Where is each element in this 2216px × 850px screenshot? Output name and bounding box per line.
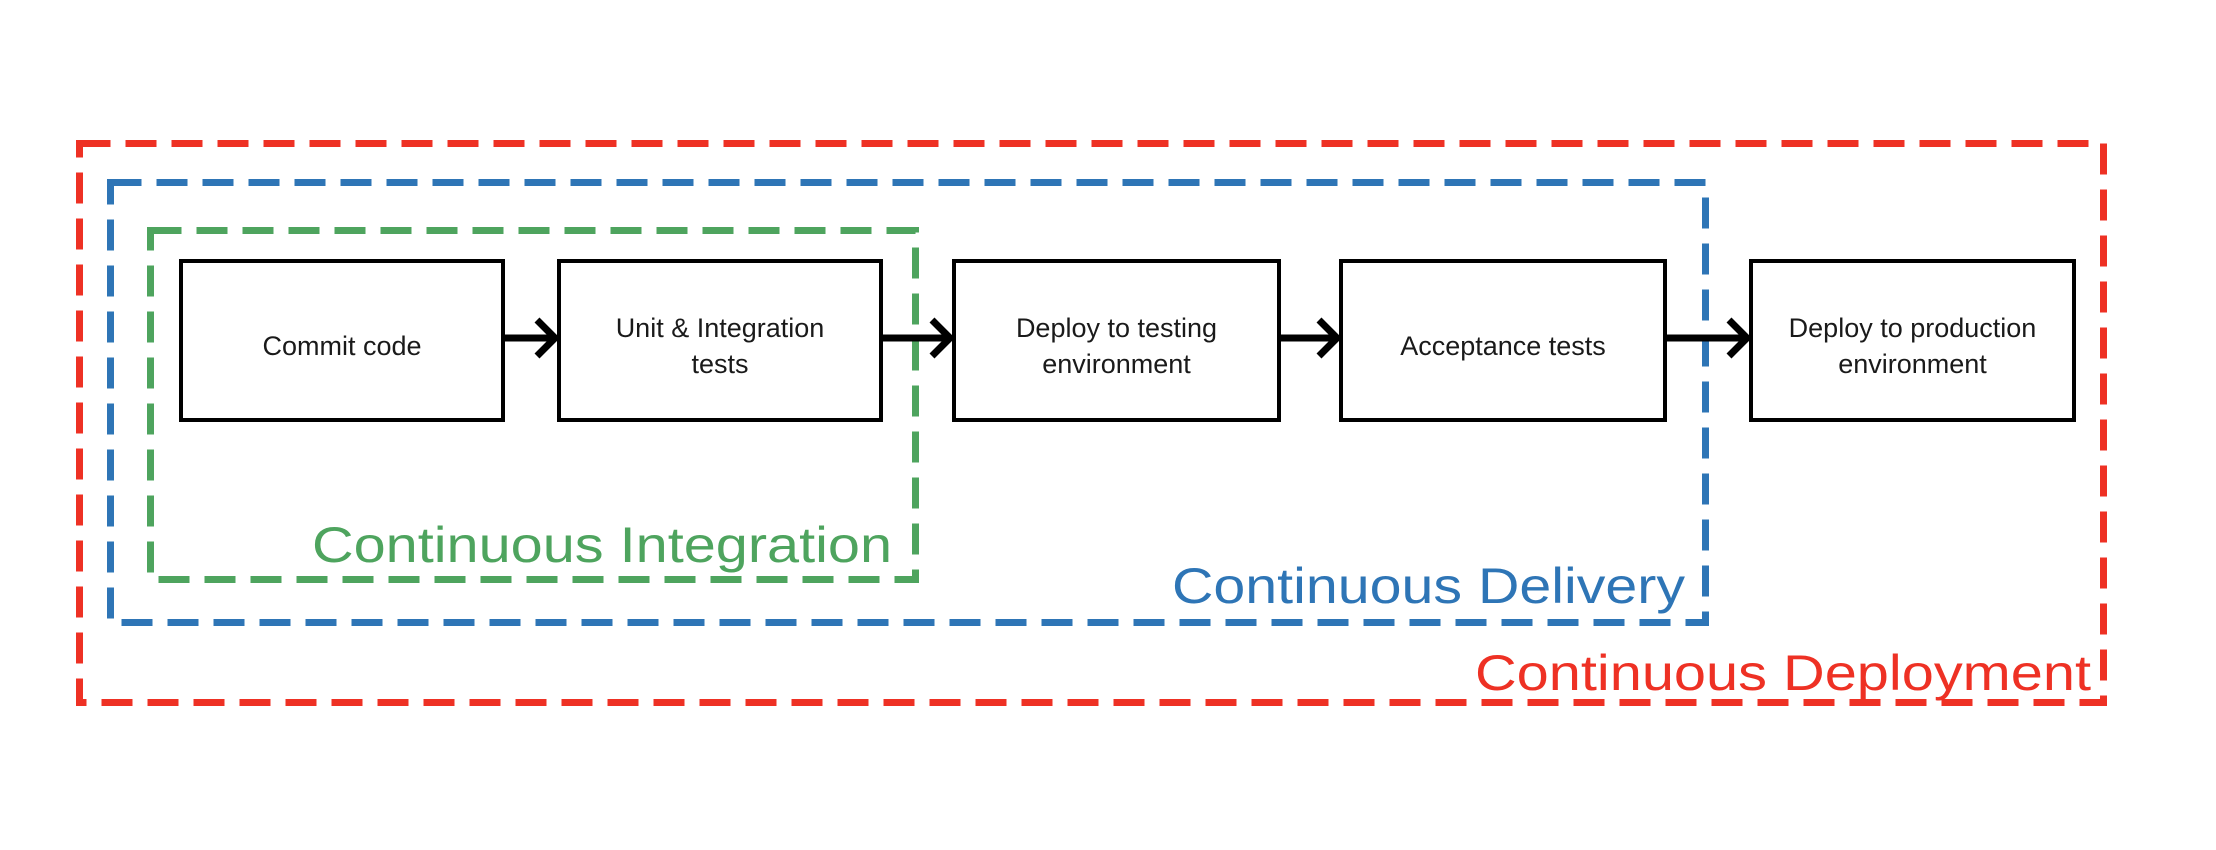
step-commit: Commit code (179, 259, 505, 422)
arrow-deploy-testing-to-acceptance-tests (1281, 317, 1342, 359)
step-label-line: Deploy to production (1789, 313, 2037, 343)
group-labels-layer: Continuous Deployment Continuous Delivery… (312, 517, 2091, 701)
step-deploy-testing: Deploy to testing environment (952, 259, 1281, 422)
steps-layer: Commit code Unit & Integration tests Deploy… (179, 259, 2076, 422)
continuous-delivery-label: Continuous Delivery (1172, 558, 1685, 614)
step-label-line: environment (1042, 349, 1191, 379)
step-unit-integration-tests: Unit & Integration tests (557, 259, 883, 422)
arrow-commit-to-unit-integration-tests (505, 317, 560, 359)
continuous-deployment-label: Continuous Deployment (1475, 645, 2091, 701)
step-label-line: Deploy to testing (1016, 313, 1217, 343)
groups-layer (76, 140, 2107, 706)
ci-cd-diagram: Commit code Unit & Integration tests Deploy… (76, 140, 2107, 706)
step-acceptance-tests: Acceptance tests (1339, 259, 1667, 422)
step-label-line: tests (691, 349, 748, 379)
continuous-integration-label: Continuous Integration (312, 517, 892, 573)
step-label-line: Acceptance tests (1400, 331, 1606, 361)
step-label-line: Unit & Integration (616, 313, 825, 343)
step-deploy-production: Deploy to production environment (1749, 259, 2076, 422)
step-label-line: Commit code (262, 331, 421, 361)
step-label-line: environment (1838, 349, 1987, 379)
